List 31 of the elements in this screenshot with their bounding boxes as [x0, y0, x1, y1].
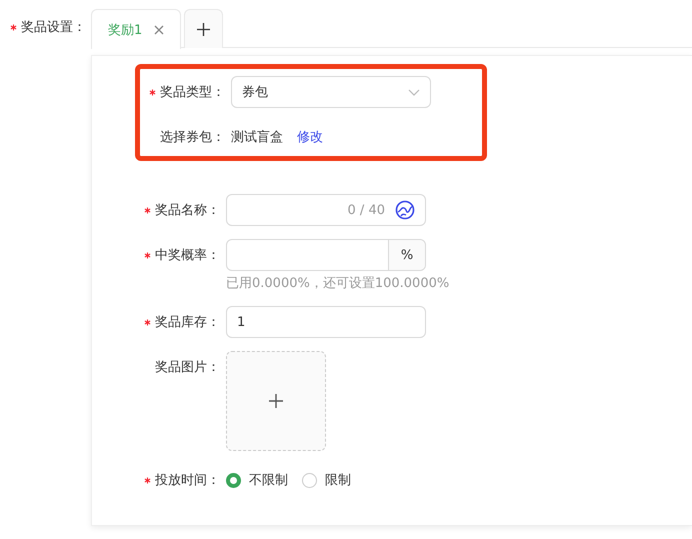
required-icon: [144, 318, 151, 326]
field-label: 奖品名称：: [144, 201, 220, 219]
edit-link[interactable]: 修改: [297, 128, 323, 146]
field-value: 测试盲盒: [231, 129, 283, 146]
caret-icon: [408, 88, 420, 96]
required-icon: [144, 476, 151, 484]
section-label: 奖品设置：: [10, 18, 86, 36]
field-label: 投放时间：: [144, 471, 220, 489]
close-icon[interactable]: [154, 24, 164, 34]
field-label: 奖品图片：: [155, 359, 220, 376]
add-tab-button[interactable]: [184, 9, 224, 48]
required-icon: [10, 24, 17, 30]
radio-button[interactable]: [302, 472, 317, 488]
help-text: 已用0.0000%，还可设置100.0000%: [226, 275, 450, 292]
field-label: 奖品类型：: [149, 83, 225, 101]
required-icon: [149, 88, 156, 96]
field-label: 选择券包：: [160, 129, 225, 146]
globe-icon[interactable]: [395, 200, 415, 220]
plus-icon: [197, 22, 210, 36]
percent-addon: %: [388, 240, 425, 270]
input-field[interactable]: 1: [226, 306, 426, 338]
required-icon: [144, 206, 151, 214]
select-field[interactable]: 券包: [231, 76, 431, 108]
radio-option[interactable]: 不限制: [226, 471, 288, 489]
field-label: 中奖概率：: [144, 246, 220, 264]
radio-option[interactable]: 限制: [302, 471, 351, 489]
input-field[interactable]: %: [226, 239, 426, 271]
field-label: 奖品库存：: [144, 313, 220, 331]
radio-button[interactable]: [226, 472, 241, 488]
required-icon: [144, 252, 151, 258]
plus-icon: [269, 394, 283, 408]
